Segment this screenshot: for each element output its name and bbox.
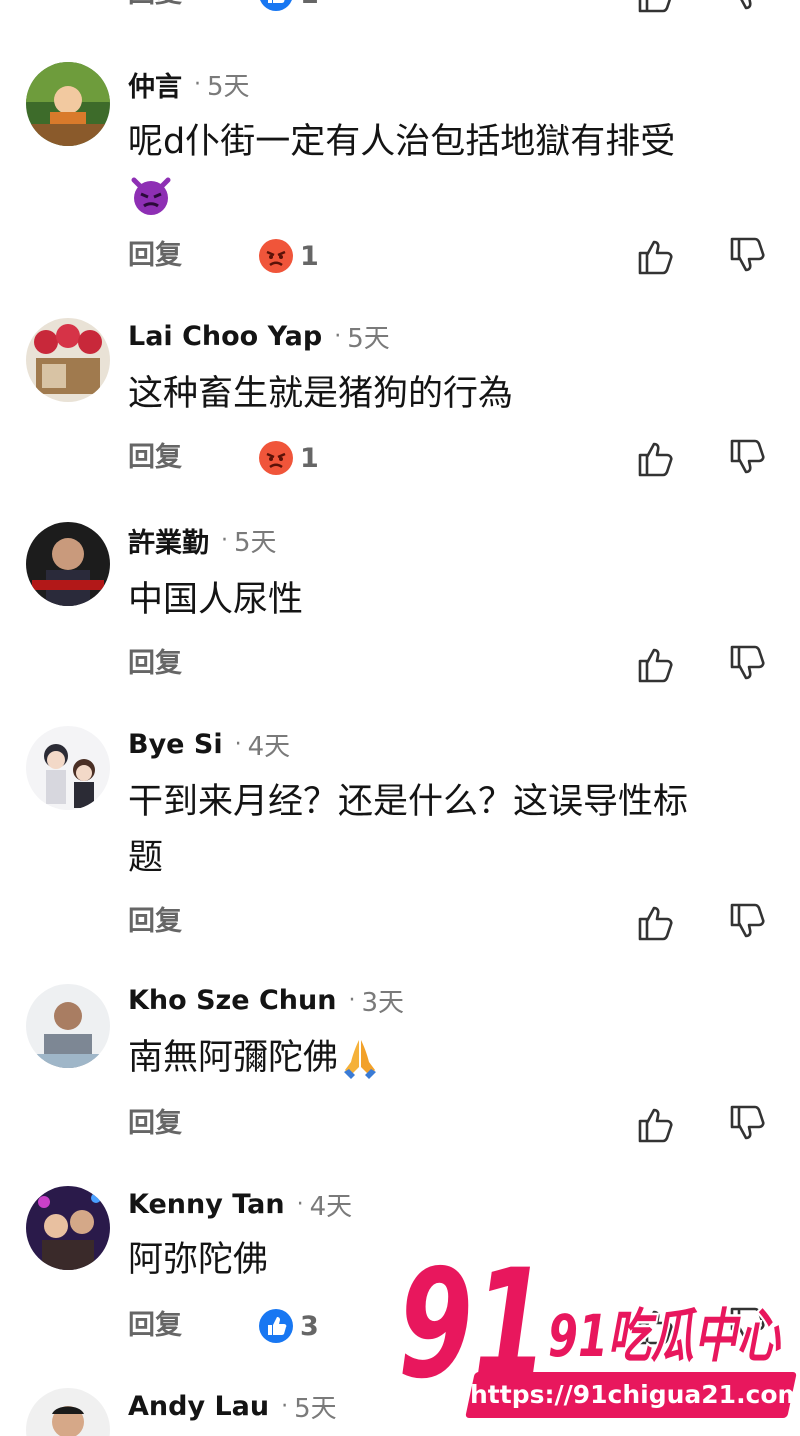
watermark: 91 91吃瓜中心 https://91chigua21.com [380,1258,800,1428]
like-emoji-icon [259,1309,293,1343]
reply-button[interactable]: 回复 [128,234,182,278]
separator-dot: · [281,1393,289,1419]
commenter-name[interactable]: Andy Lau [128,1391,269,1422]
avatar[interactable] [26,318,110,402]
separator-dot: · [234,731,242,757]
dislike-button[interactable] [728,0,768,16]
comment-text-line2 [128,166,174,222]
reply-button[interactable]: 回复 [128,1102,182,1146]
separator-dot: · [296,1191,304,1217]
reaction-summary[interactable]: 1 [258,438,319,478]
angry-face-emoji-icon [259,239,293,273]
comment-text: 阿弥陀佛 [128,1240,269,1280]
commenter-name[interactable]: Lai Choo Yap [128,321,322,352]
like-button[interactable] [636,1102,676,1146]
dislike-button[interactable] [728,1102,768,1146]
reaction-count: 1 [300,0,319,10]
comment-text-row: 南無阿彌陀佛 [128,1030,382,1086]
commenter-name[interactable]: 許業勤 [128,521,209,560]
commenter-name[interactable]: Kho Sze Chun [128,985,336,1016]
reply-button[interactable]: 回复 [128,900,182,944]
comment-text: 呢d仆街一定有人治包括地獄有排受 [128,122,676,162]
comment-text: 干到来月经？还是什么？这误导性标 [128,782,689,822]
like-button[interactable] [636,642,676,686]
reply-button[interactable]: 回复 [128,436,182,480]
comment-time: 5天 [347,323,390,354]
reaction-count: 1 [300,240,319,272]
like-button[interactable] [636,436,676,480]
reply-button[interactable]: 回复 [128,0,182,16]
reply-button[interactable]: 回复 [128,1304,182,1348]
reaction-summary[interactable]: 3 [258,1306,319,1346]
comment-actions-partial: 回复 1 [0,0,800,20]
comment-text-line2: 题 [128,838,164,878]
watermark-url-banner: https://91chigua21.com [465,1372,800,1418]
angry-face-emoji-icon [259,441,293,475]
comment-time: 5天 [294,1393,337,1424]
commenter-name[interactable]: Bye Si [128,729,223,760]
separator-dot: · [221,527,228,553]
avatar[interactable] [26,1388,110,1436]
reaction-summary[interactable]: 1 [258,236,319,276]
like-emoji-icon [260,0,292,11]
comment-time: 5天 [207,71,250,102]
reply-button[interactable]: 回复 [128,642,182,686]
avatar[interactable] [26,522,110,606]
comment-text: 中国人尿性 [128,580,304,620]
like-button[interactable] [636,234,676,278]
separator-dot: · [348,987,356,1013]
comment-text: 这种畜生就是猪狗的行為 [128,374,514,414]
angry-devil-emoji-icon [131,177,171,215]
comment-time: 4天 [309,1191,353,1222]
separator-dot: · [334,323,342,349]
separator-dot: · [194,71,201,97]
avatar[interactable] [26,62,110,146]
avatar[interactable] [26,726,110,810]
watermark-url: https://91chigua21.com [470,1380,800,1409]
like-button[interactable] [636,900,676,944]
avatar[interactable] [26,984,110,1068]
comment-text: 南無阿彌陀佛 [128,1038,339,1078]
comment-time: 4天 [247,731,291,762]
commenter-name[interactable]: 仲言 [128,65,182,104]
dislike-button[interactable] [728,436,768,480]
avatar[interactable] [26,1186,110,1270]
reaction-count: 1 [300,442,319,474]
folded-hands-emoji-icon [344,1040,377,1079]
reaction-summary[interactable]: 1 [258,0,319,14]
comment-time: 3天 [361,987,404,1018]
commenter-name[interactable]: Kenny Tan [128,1189,285,1220]
dislike-button[interactable] [728,900,768,944]
dislike-button[interactable] [728,642,768,686]
dislike-button[interactable] [728,234,768,278]
watermark-brand: 91吃瓜中心 [548,1302,781,1370]
like-button[interactable] [636,0,676,16]
comment-time: 5天 [234,527,277,558]
reaction-count: 3 [300,1310,319,1342]
